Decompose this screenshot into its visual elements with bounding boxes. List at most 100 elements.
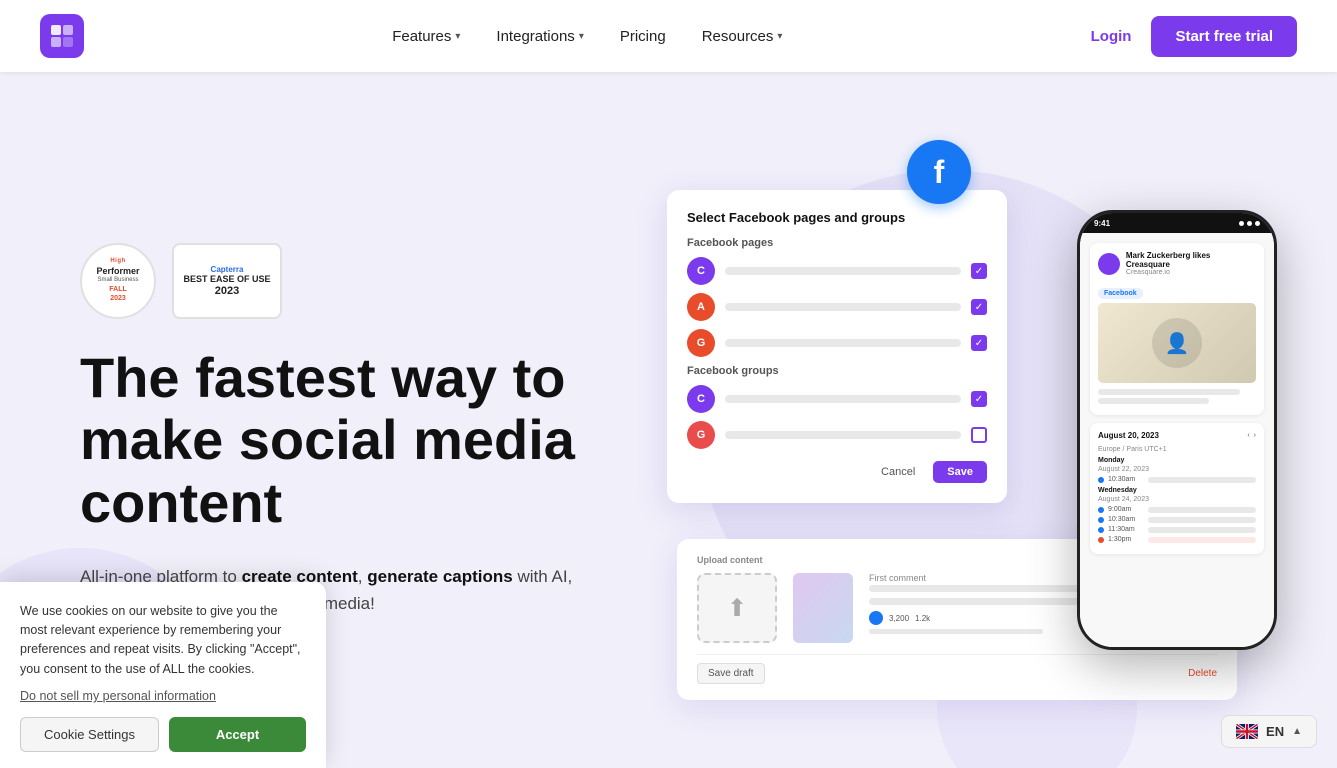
upload-drop-area[interactable]: ⬆ [697, 573, 777, 643]
event-dot [1098, 537, 1104, 543]
text-bar [1098, 389, 1240, 395]
page-name: Creasquare.io [1126, 269, 1256, 276]
event-bar [1148, 477, 1256, 483]
cookie-actions: Cookie Settings Accept [20, 717, 306, 752]
nav-integrations[interactable]: Integrations ▾ [496, 28, 583, 45]
avatar: A [687, 293, 715, 321]
calendar-card: August 20, 2023 ‹ › Europe / Paris UTC+1… [1090, 423, 1264, 554]
cookie-accept-button[interactable]: Accept [169, 717, 306, 752]
save-draft-button[interactable]: Save draft [697, 663, 765, 684]
event-dot [1098, 517, 1104, 523]
calendar-header: August 20, 2023 ‹ › [1098, 431, 1256, 440]
checkbox[interactable] [971, 263, 987, 279]
fb-groups-label: Facebook groups [687, 365, 987, 377]
upload-icon: ⬆ [727, 594, 747, 623]
event-dot [1098, 477, 1104, 483]
battery-icon [1255, 221, 1260, 226]
day-label: Monday [1098, 457, 1256, 464]
hero-mockup: f Select Facebook pages and groups Faceb… [637, 150, 1277, 710]
cookie-settings-button[interactable]: Cookie Settings [20, 717, 159, 752]
fb-page-row-1: C [687, 257, 987, 285]
dialog-footer: Cancel Save [687, 461, 987, 483]
nav-links: Features ▾ Integrations ▾ Pricing Resour… [392, 28, 782, 45]
phone-content: Mark Zuckerberg likes Creasquare Creasqu… [1080, 233, 1274, 647]
event-time: 10:30am [1108, 516, 1144, 523]
fb-group-row-2: G [687, 421, 987, 449]
avatar [1098, 253, 1120, 275]
cookie-banner: We use cookies on our website to give yo… [0, 582, 326, 768]
checkbox[interactable] [971, 299, 987, 315]
avatar: G [687, 421, 715, 449]
signal-icon [1239, 221, 1244, 226]
event-time: 11:30am [1108, 526, 1144, 533]
event-dot [1098, 527, 1104, 533]
thumbnail [793, 573, 853, 643]
group-name-bar [725, 431, 961, 439]
avatar: C [687, 257, 715, 285]
fb-group-row-1: C [687, 385, 987, 413]
event-time: 1:30pm [1108, 536, 1144, 543]
fb-page-row-3: G [687, 329, 987, 357]
language-selector[interactable]: EN ▲ [1221, 715, 1317, 748]
checkbox[interactable] [971, 427, 987, 443]
event-bar [1148, 537, 1256, 543]
event-time: 9:00am [1108, 506, 1144, 513]
phone-icons [1239, 221, 1260, 226]
card-footer: Save draft Delete [697, 654, 1217, 684]
next-month-button[interactable]: › [1254, 432, 1256, 439]
facebook-dialog: Select Facebook pages and groups Faceboo… [667, 190, 1007, 503]
g2-badge: High Performer Small Business FALL 2023 [80, 243, 156, 319]
hero-title: The fastest way to make social media con… [80, 347, 600, 535]
phone-time: 9:41 [1094, 219, 1110, 228]
calendar-event: 10:30am [1098, 476, 1256, 483]
facebook-small-icon [869, 611, 883, 625]
calendar-event: 1:30pm [1098, 536, 1256, 543]
start-trial-button[interactable]: Start free trial [1151, 16, 1297, 57]
calendar-month: August 20, 2023 [1098, 431, 1159, 440]
calendar-event: 11:30am [1098, 526, 1256, 533]
chevron-down-icon: ▾ [777, 31, 782, 42]
checkbox[interactable] [971, 391, 987, 407]
event-bar [1148, 527, 1256, 533]
cancel-button[interactable]: Cancel [871, 461, 925, 483]
post-author: Mark Zuckerberg likes Creasquare [1126, 251, 1256, 269]
nav-resources[interactable]: Resources ▾ [702, 28, 783, 45]
delete-button[interactable]: Delete [1188, 668, 1217, 679]
do-not-sell-link[interactable]: Do not sell my personal information [20, 689, 306, 703]
save-button[interactable]: Save [933, 461, 987, 483]
language-code: EN [1266, 724, 1284, 739]
checkbox[interactable] [971, 335, 987, 351]
facebook-icon: f [907, 140, 971, 204]
phone-status-bar: 9:41 [1080, 213, 1274, 233]
event-time: 10:30am [1108, 476, 1144, 483]
badges: High Performer Small Business FALL 2023 … [80, 243, 600, 319]
event-bar [1148, 517, 1256, 523]
phone-screen: 9:41 Mark Zuckerberg likes Creasquare [1080, 213, 1274, 647]
date-label: August 24, 2023 [1098, 496, 1256, 503]
navbar: Features ▾ Integrations ▾ Pricing Resour… [0, 0, 1337, 72]
date-label: August 22, 2023 [1098, 466, 1256, 473]
chevron-up-icon: ▲ [1292, 726, 1302, 737]
page-name-bar [725, 267, 961, 275]
avatar: C [687, 385, 715, 413]
day-label: Wednesday [1098, 487, 1256, 494]
nav-actions: Login Start free trial [1091, 16, 1297, 57]
calendar-event: 10:30am [1098, 516, 1256, 523]
logo[interactable] [40, 14, 84, 58]
text-bar [1098, 398, 1209, 404]
chevron-down-icon: ▾ [455, 31, 460, 42]
capterra-badge: Capterra BEST EASE OF USE 2023 [172, 243, 282, 319]
event-dot [1098, 507, 1104, 513]
post-image: 👤 [1098, 303, 1256, 383]
page-name-bar [725, 339, 961, 347]
logo-icon [40, 14, 84, 58]
login-button[interactable]: Login [1091, 28, 1132, 45]
group-name-bar [725, 395, 961, 403]
timezone: Europe / Paris UTC+1 [1098, 446, 1256, 453]
nav-pricing[interactable]: Pricing [620, 28, 666, 45]
avatar: G [687, 329, 715, 357]
uk-flag-icon [1236, 724, 1258, 739]
nav-features[interactable]: Features ▾ [392, 28, 460, 45]
post-header: Mark Zuckerberg likes Creasquare Creasqu… [1098, 251, 1256, 276]
prev-month-button[interactable]: ‹ [1247, 432, 1249, 439]
